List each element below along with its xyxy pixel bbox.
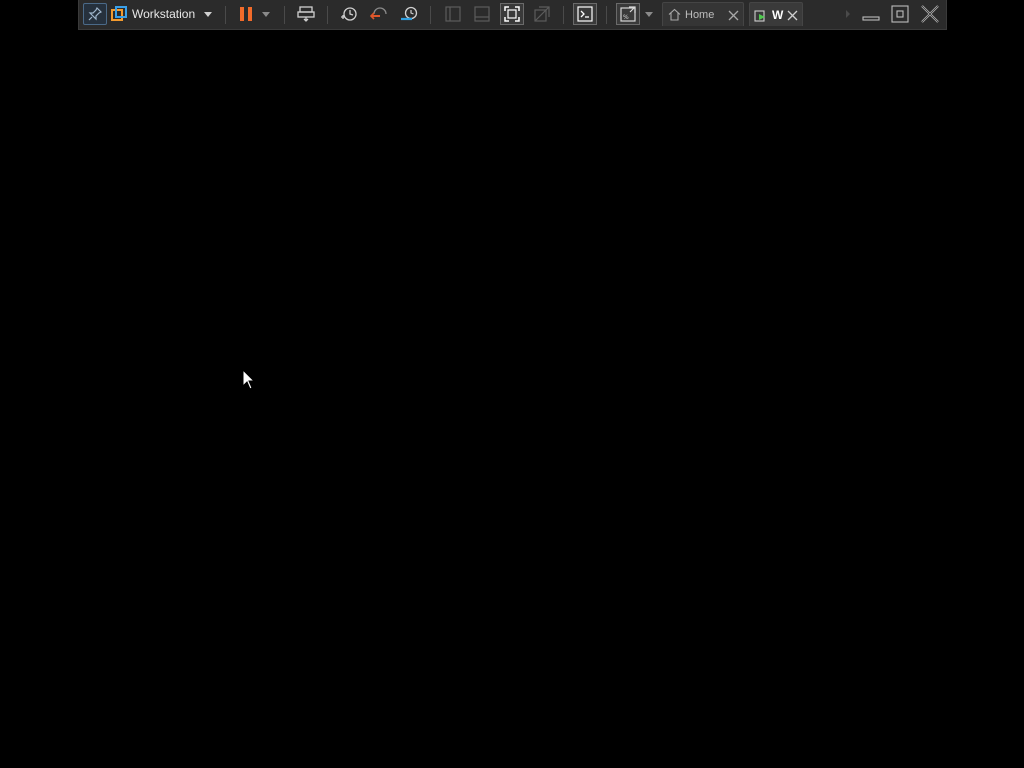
home-icon — [668, 8, 681, 21]
show-thumbnail-bar-button[interactable] — [470, 3, 494, 25]
vm-tab-icon — [754, 8, 768, 22]
tab-vm[interactable]: W — [749, 2, 803, 26]
full-screen-icon — [504, 6, 520, 22]
unity-icon — [534, 6, 550, 22]
fullscreen-toolbar: Workstation % Home W — [78, 0, 947, 30]
vm-library-icon — [111, 6, 127, 22]
chevron-down-icon — [204, 11, 213, 17]
restore-icon — [891, 5, 909, 23]
show-thumbnail-bar-icon — [474, 6, 490, 22]
tab-home-label: Home — [685, 8, 715, 21]
exit-fullscreen-icon — [920, 4, 940, 24]
vm-menu-label: Workstation — [132, 7, 196, 21]
full-screen-button[interactable] — [500, 3, 524, 25]
pause-button[interactable] — [235, 3, 257, 25]
toolbar-divider — [563, 6, 564, 24]
pin-icon — [88, 7, 102, 21]
stretch-dropdown-icon — [645, 11, 653, 17]
stretch-guest-button[interactable]: % — [616, 3, 640, 25]
svg-text:%: % — [623, 14, 629, 21]
stretch-guest-icon: % — [620, 6, 636, 22]
take-snapshot-icon — [340, 6, 358, 22]
close-icon[interactable] — [728, 8, 739, 26]
send-ctrl-alt-del-button[interactable] — [294, 3, 318, 25]
stretch-dropdown-button[interactable] — [643, 3, 655, 25]
toolbar-divider — [225, 6, 226, 24]
show-library-icon — [445, 6, 461, 22]
show-library-button[interactable] — [441, 3, 465, 25]
snapshot-manager-icon — [400, 6, 418, 22]
revert-snapshot-button[interactable] — [367, 3, 391, 25]
toolbar-divider — [327, 6, 328, 24]
tab-vm-label: W — [772, 7, 784, 22]
mouse-cursor-icon — [242, 368, 256, 396]
pin-toolbar-button[interactable] — [83, 3, 107, 25]
power-dropdown-button[interactable] — [259, 3, 273, 25]
send-ctrl-alt-del-icon — [297, 6, 315, 22]
restore-button[interactable] — [888, 3, 912, 25]
revert-snapshot-icon — [370, 6, 388, 22]
tab-scroll-right-button[interactable] — [843, 3, 853, 25]
toolbar-divider — [284, 6, 285, 24]
snapshot-manager-button[interactable] — [397, 3, 421, 25]
console-view-icon — [577, 6, 593, 22]
power-dropdown-icon — [262, 11, 270, 17]
vm-menu-button[interactable]: Workstation — [111, 3, 219, 25]
vm-display[interactable]: Workstation % Home W — [0, 0, 1024, 768]
toolbar-divider — [430, 6, 431, 24]
minimize-button[interactable] — [859, 3, 883, 25]
exit-fullscreen-button[interactable] — [918, 3, 942, 25]
unity-button[interactable] — [530, 3, 554, 25]
toolbar-divider — [606, 6, 607, 24]
scroll-right-icon — [845, 10, 851, 18]
tab-home[interactable]: Home — [662, 2, 744, 26]
close-icon[interactable] — [787, 8, 798, 26]
take-snapshot-button[interactable] — [337, 3, 361, 25]
pause-icon — [239, 6, 253, 22]
minimize-icon — [862, 6, 880, 22]
console-view-button[interactable] — [573, 3, 597, 25]
